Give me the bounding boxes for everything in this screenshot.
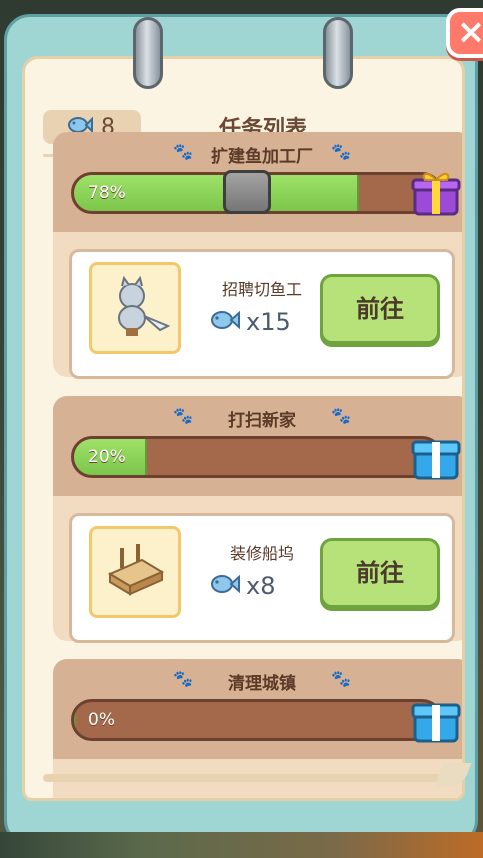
progress-fill <box>74 702 76 738</box>
background-scene <box>0 832 483 858</box>
go-button[interactable]: 前往 <box>320 538 440 608</box>
task-item-row: 装修船坞 x8 前往 <box>69 513 455 643</box>
blue-gift-icon[interactable] <box>411 432 461 480</box>
paw-icon: 🐾 <box>331 406 351 425</box>
close-button[interactable]: × <box>446 8 483 58</box>
task-progress-bar: 0% <box>71 699 443 741</box>
fish-icon <box>210 308 240 336</box>
go-button[interactable]: 前往 <box>320 274 440 344</box>
fish-cutter-cat-icon <box>89 262 181 354</box>
task-card-header: 🐾 打扫新家 🐾 20% <box>53 396 462 496</box>
task-card: 🐾 打扫新家 🐾 20% 装修船坞 x8 前往 <box>53 396 462 643</box>
progress-marker-icon <box>223 170 271 214</box>
scroll-edge <box>43 774 462 782</box>
progress-label: 20% <box>88 447 126 467</box>
task-title: 扩建鱼加工厂 <box>211 147 313 167</box>
paw-icon: 🐾 <box>331 142 351 161</box>
blue-gift-icon[interactable] <box>411 695 461 743</box>
task-item-name: 招聘切鱼工 <box>221 280 302 299</box>
reward-count: x8 <box>246 572 276 600</box>
fish-icon <box>210 572 240 600</box>
close-icon: × <box>456 12 483 52</box>
progress-label: 0% <box>88 710 115 730</box>
progress-label: 78% <box>88 183 126 203</box>
task-title: 清理城镇 <box>228 674 296 694</box>
task-reward: x15 <box>210 308 291 336</box>
notebook-frame: 8 任务列表 🐾 扩建鱼加工厂 🐾 78% 招聘切鱼工 x15 前往 🐾 打扫新… <box>4 14 478 846</box>
paw-icon: 🐾 <box>331 669 351 688</box>
purple-gift-icon[interactable] <box>411 168 461 216</box>
task-progress-bar: 20% <box>71 436 443 478</box>
task-title: 打扫新家 <box>228 411 296 431</box>
dock-icon <box>89 526 181 618</box>
task-reward: x8 <box>210 572 275 600</box>
task-card: 🐾 扩建鱼加工厂 🐾 78% 招聘切鱼工 x15 前往 <box>53 132 462 379</box>
task-panel: 8 任务列表 🐾 扩建鱼加工厂 🐾 78% 招聘切鱼工 x15 前往 🐾 打扫新… <box>22 56 465 801</box>
task-card-header: 🐾 扩建鱼加工厂 🐾 78% <box>53 132 462 232</box>
task-item-name: 装修船坞 <box>229 544 294 563</box>
binder-ring <box>133 17 163 89</box>
binder-ring <box>323 17 353 89</box>
task-item-row: 招聘切鱼工 x15 前往 <box>69 249 455 379</box>
task-card-header: 🐾 清理城镇 🐾 0% <box>53 659 462 759</box>
reward-count: x15 <box>246 308 291 336</box>
